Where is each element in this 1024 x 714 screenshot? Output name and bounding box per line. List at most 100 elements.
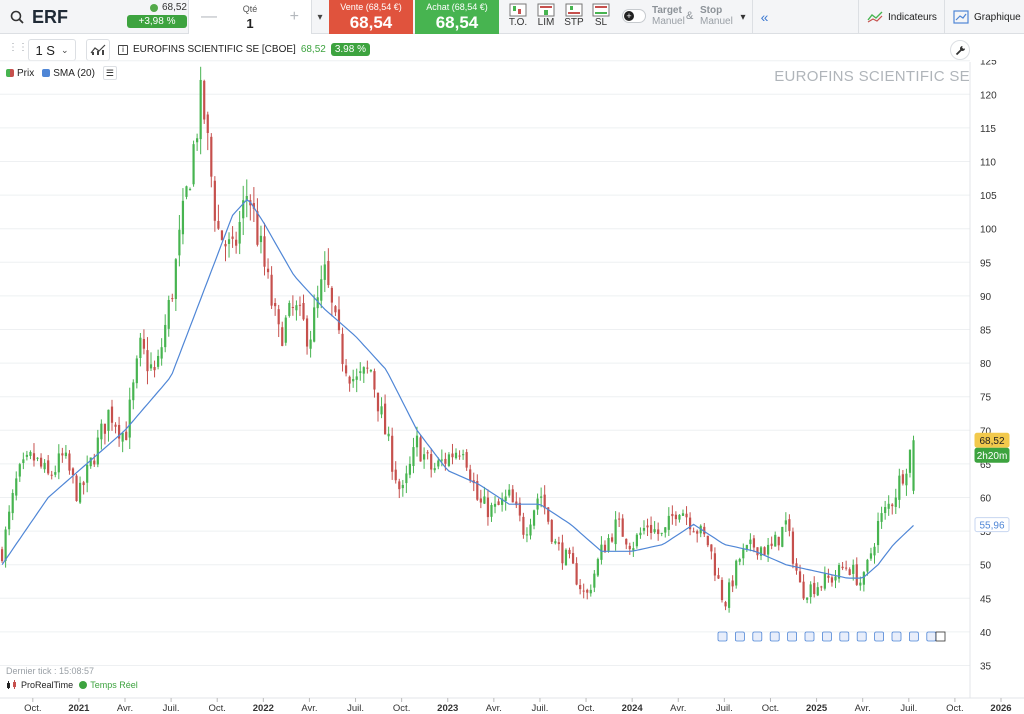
chart-legend: Prix SMA (20) ☰ bbox=[6, 66, 117, 80]
candle-body bbox=[50, 474, 53, 476]
candle-body bbox=[160, 347, 163, 359]
x-tick-label: Avr. bbox=[670, 703, 686, 714]
candle-body bbox=[39, 457, 43, 467]
x-tick-label: 2021 bbox=[68, 703, 90, 714]
chevron-down-icon[interactable]: ▾ bbox=[312, 0, 328, 34]
candle-body bbox=[440, 459, 443, 461]
order-stp-button[interactable]: STP bbox=[561, 3, 587, 33]
candle-body bbox=[862, 572, 865, 585]
candle-body bbox=[196, 138, 199, 143]
chart-type-button[interactable] bbox=[86, 39, 110, 61]
y-tick-label: 35 bbox=[980, 662, 992, 673]
stop-setting[interactable]: Stop Manuel bbox=[700, 5, 733, 27]
event-marker-icon[interactable] bbox=[874, 631, 884, 642]
x-tick-label: 2025 bbox=[806, 703, 828, 714]
candle-body bbox=[281, 327, 284, 346]
target-setting[interactable]: Target Manuel bbox=[652, 5, 685, 27]
candle-body bbox=[412, 447, 415, 467]
plus-icon[interactable]: + bbox=[290, 8, 299, 26]
instrument-search[interactable]: ERF bbox=[0, 0, 124, 34]
candle-body bbox=[827, 575, 830, 578]
candle-body bbox=[880, 513, 883, 522]
price-chart[interactable]: 3540455055606570758085909510010511011512… bbox=[0, 60, 1024, 714]
x-tick-label: Juil. bbox=[531, 703, 548, 714]
legend-item-price[interactable]: Prix bbox=[6, 68, 34, 79]
candle-body bbox=[4, 529, 7, 561]
chevron-down-icon[interactable]: ▾ bbox=[735, 0, 751, 34]
live-dot-icon bbox=[79, 681, 88, 689]
event-marker-icon[interactable] bbox=[752, 631, 763, 642]
candle-body bbox=[185, 186, 188, 197]
candle-body bbox=[525, 534, 529, 536]
candle-body bbox=[610, 537, 614, 542]
chart-button[interactable]: Graphique bbox=[944, 0, 1024, 34]
candle-body bbox=[806, 597, 809, 600]
candle-body bbox=[788, 519, 791, 531]
candle-body bbox=[266, 268, 270, 273]
candle-body bbox=[373, 371, 376, 390]
candle-body bbox=[479, 498, 482, 503]
indicators-button[interactable]: Indicateurs bbox=[858, 0, 944, 34]
chart-label: Graphique bbox=[974, 11, 1021, 23]
event-marker-icon[interactable] bbox=[909, 631, 919, 642]
candle-body bbox=[327, 260, 330, 286]
drag-handle-icon[interactable]: ⋮⋮ bbox=[8, 42, 28, 58]
candle-body bbox=[568, 549, 571, 555]
event-marker-icon[interactable] bbox=[804, 631, 815, 642]
candle-body bbox=[717, 575, 720, 579]
candle-body bbox=[114, 424, 117, 427]
list-icon[interactable]: ☰ bbox=[102, 66, 117, 80]
candle-body bbox=[29, 451, 32, 456]
timeframe-select[interactable]: 1 S ⌄ bbox=[28, 39, 76, 61]
x-tick-label: Juil. bbox=[900, 703, 917, 714]
candle-body bbox=[798, 571, 802, 583]
legend-swatch bbox=[42, 69, 51, 77]
event-marker-icon[interactable] bbox=[926, 631, 937, 642]
event-marker-icon[interactable] bbox=[856, 631, 867, 642]
candle-body bbox=[433, 468, 436, 471]
event-marker-icon[interactable] bbox=[822, 631, 832, 642]
sell-button[interactable]: Vente (68,54 €) 68,54 bbox=[329, 0, 413, 34]
collapse-left-icon[interactable]: « bbox=[752, 0, 776, 34]
event-marker-icon[interactable] bbox=[769, 631, 780, 642]
event-marker-icon[interactable] bbox=[735, 631, 745, 642]
event-marker-icon[interactable] bbox=[787, 631, 797, 642]
candle-body bbox=[284, 317, 287, 343]
order-lim-button[interactable]: LIM bbox=[533, 3, 559, 33]
chevron-down-icon: ⌄ bbox=[60, 44, 69, 55]
candle-body bbox=[571, 553, 575, 564]
chart-icon bbox=[953, 10, 969, 24]
order-to-button[interactable]: T.O. bbox=[505, 3, 531, 33]
order-toolbar: ERF 68,52 +3,98 % — Qté 1 + ▾ Vente (68,… bbox=[0, 0, 1024, 34]
candle-body bbox=[344, 365, 348, 374]
y-tick-label: 45 bbox=[980, 594, 992, 605]
candle-body bbox=[593, 573, 596, 588]
buy-button[interactable]: Achat (68,54 €) 68,54 bbox=[415, 0, 499, 34]
plus-icon: + bbox=[624, 11, 634, 21]
event-marker-icon[interactable] bbox=[717, 631, 728, 642]
info-marker-icon[interactable] bbox=[935, 631, 946, 642]
candle-body bbox=[313, 307, 316, 342]
order-sl-button[interactable]: SL bbox=[588, 3, 614, 33]
y-tick-label: 40 bbox=[980, 628, 992, 639]
candle-body bbox=[75, 475, 78, 501]
candle-body bbox=[894, 497, 897, 507]
x-tick-label: 2024 bbox=[622, 703, 644, 714]
candle-body bbox=[564, 549, 568, 566]
candle-body bbox=[454, 452, 458, 459]
sell-price: 68,54 bbox=[349, 13, 393, 32]
event-marker-icon[interactable] bbox=[891, 631, 902, 642]
target-stop-toggle[interactable]: + bbox=[622, 9, 646, 23]
info-icon[interactable]: i bbox=[118, 44, 128, 55]
candle-body bbox=[713, 553, 717, 576]
event-marker-icon[interactable] bbox=[839, 631, 850, 642]
candle-body bbox=[540, 496, 543, 498]
candle-body bbox=[642, 527, 646, 531]
legend-item-sma[interactable]: SMA (20) bbox=[42, 68, 95, 79]
wrench-icon[interactable] bbox=[950, 40, 970, 60]
order-lim-label: LIM bbox=[537, 17, 555, 28]
candle-body bbox=[337, 309, 341, 331]
quantity-stepper[interactable]: — Qté 1 + bbox=[188, 0, 312, 34]
candle-body bbox=[841, 566, 844, 569]
candle-body bbox=[142, 338, 146, 349]
